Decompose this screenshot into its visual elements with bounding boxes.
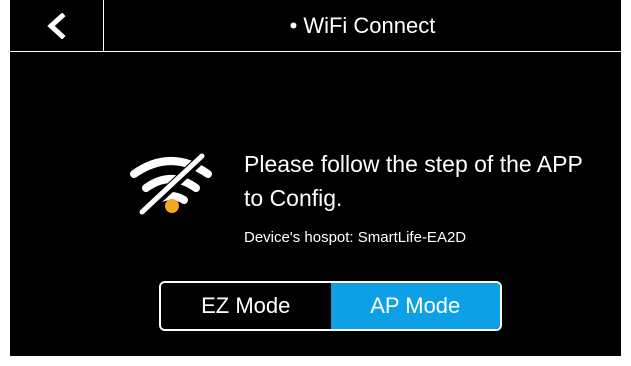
title-bullet: • — [289, 13, 298, 38]
device-screen: • WiFi Connect Please follow the step of … — [10, 0, 621, 356]
page-title-text: WiFi Connect — [303, 13, 436, 38]
ez-mode-button[interactable]: EZ Mode — [161, 283, 331, 329]
wifi-off-icon — [130, 149, 212, 218]
back-button[interactable] — [10, 0, 104, 51]
instruction-message: Please follow the step of the APP to Con… — [244, 147, 621, 215]
hotspot-info: Device's hospot: SmartLife-EA2D — [244, 229, 467, 246]
instruction-line-2: to Config. — [244, 185, 343, 211]
instruction-line-1: Please follow the step of the APP — [244, 151, 583, 177]
header-bar: • WiFi Connect — [10, 0, 621, 52]
page-title: • WiFi Connect — [104, 0, 621, 51]
mode-switch: EZ Mode AP Mode — [159, 281, 502, 331]
ap-mode-button[interactable]: AP Mode — [330, 283, 500, 329]
chevron-left-icon — [47, 13, 66, 39]
